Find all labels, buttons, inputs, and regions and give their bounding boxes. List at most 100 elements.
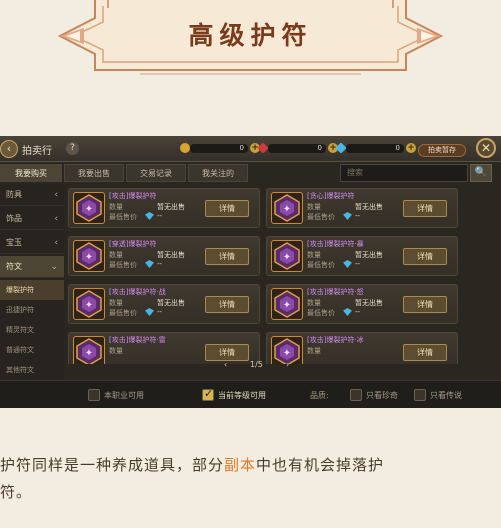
item-card[interactable]: ✦ [攻击]爆裂护符·暴 数量 暂无出售 最低售价 -- 详情 <box>266 236 458 276</box>
blue-gem-add-button[interactable]: + <box>406 143 416 153</box>
blue-gem-icon <box>145 308 154 316</box>
item-name: [攻击]爆裂护符·雷 <box>109 336 166 344</box>
rune-item-icon: ✦ <box>271 240 303 272</box>
blue-gem-icon <box>343 260 352 268</box>
sale-status: 暂无出售 <box>355 299 383 307</box>
item-name: [攻击]爆裂护符 <box>109 192 157 200</box>
tab-bar: 我要购买 我要出售 交易记录 我关注的 搜索 🔍 <box>0 164 501 184</box>
details-button[interactable]: 详情 <box>205 344 249 361</box>
quantity-label: 数量 <box>109 251 123 259</box>
lowest-price: -- <box>355 212 361 220</box>
sidebar-subitem[interactable]: 普通符文 <box>0 340 64 360</box>
quantity-label: 数量 <box>109 299 123 307</box>
tab-sell[interactable]: 我要出售 <box>64 164 124 182</box>
quantity-label: 数量 <box>307 203 321 211</box>
rune-item-icon: ✦ <box>271 288 303 320</box>
rune-item-icon: ✦ <box>271 192 303 224</box>
tab-records[interactable]: 交易记录 <box>126 164 186 182</box>
details-button[interactable]: 详情 <box>403 296 447 313</box>
title-banner: 高级护符 <box>0 0 501 90</box>
sidebar-item-label: 宝玉 <box>6 238 22 247</box>
item-card[interactable]: ✦ [攻击]爆裂护符·战 数量 暂无出售 最低售价 -- 详情 <box>68 284 260 324</box>
quantity-label: 数量 <box>307 299 321 307</box>
item-name: [穿透]爆裂护符 <box>109 240 157 248</box>
lowest-price: -- <box>355 260 361 268</box>
blue-gem-icon <box>343 308 352 316</box>
category-sidebar: 防具 ‹ 饰品 ‹ 宝玉 ‹ 符文 ⌄ 爆裂护符 迅捷护符 精灵符文 普通符文 … <box>0 184 64 380</box>
sidebar-item-rune[interactable]: 符文 ⌄ <box>0 256 64 278</box>
details-button[interactable]: 详情 <box>205 200 249 217</box>
banner-title: 高级护符 <box>188 21 313 50</box>
sidebar-subitem[interactable]: 其他符文 <box>0 360 64 380</box>
prev-page-button[interactable]: ‹ <box>224 360 227 369</box>
filter-bar: 本职业可用 当前等级可用 品质: 只看珍奇 只看传说 <box>0 380 501 408</box>
lowest-price-label: 最低售价 <box>307 309 335 317</box>
blue-gem-value: 0 <box>346 144 404 153</box>
chevron-left-icon: ‹ <box>54 214 58 224</box>
item-name: [攻击]爆裂护符·冰 <box>307 336 364 344</box>
item-card[interactable]: ✦ [穿透]爆裂护符 数量 暂无出售 最低售价 -- 详情 <box>68 236 260 276</box>
sidebar-subitem[interactable]: 爆裂护符 <box>0 280 64 300</box>
details-button[interactable]: 详情 <box>205 248 249 265</box>
rune-item-icon: ✦ <box>73 336 105 364</box>
details-button[interactable]: 详情 <box>403 200 447 217</box>
item-grid: ✦ [攻击]爆裂护符 数量 暂无出售 最低售价 -- 详情 ✦ [贪心]爆裂护符 数量 暂无出售 最低… <box>68 188 462 364</box>
details-button[interactable]: 详情 <box>205 296 249 313</box>
lowest-price: -- <box>157 308 163 316</box>
tab-followed[interactable]: 我关注的 <box>188 164 248 182</box>
sidebar-subitem[interactable]: 精灵符文 <box>0 320 64 340</box>
tab-buy[interactable]: 我要购买 <box>0 164 62 182</box>
details-button[interactable]: 详情 <box>403 344 447 361</box>
lowest-price: -- <box>355 308 361 316</box>
search-input[interactable]: 搜索 <box>340 164 468 182</box>
blue-gem-icon <box>335 142 347 154</box>
red-gem-value: 0 <box>268 144 326 153</box>
svg-text:✦: ✦ <box>85 252 93 263</box>
rare-only-checkbox[interactable] <box>350 389 362 401</box>
quality-label: 品质: <box>310 391 329 400</box>
sidebar-item-label: 饰品 <box>6 214 22 223</box>
sale-status: 暂无出售 <box>157 251 185 259</box>
lowest-price-label: 最低售价 <box>109 213 137 221</box>
lowest-price: -- <box>157 212 163 220</box>
class-usable-checkbox[interactable] <box>88 389 100 401</box>
item-card[interactable]: ✦ [攻击]爆裂护符·怒 数量 暂无出售 最低售价 -- 详情 <box>266 284 458 324</box>
help-button[interactable]: ? <box>66 142 79 155</box>
lowest-price-label: 最低售价 <box>307 261 335 269</box>
blue-gem-icon <box>145 212 154 220</box>
svg-text:✦: ✦ <box>85 348 93 359</box>
sale-status: 暂无出售 <box>355 203 383 211</box>
rune-item-icon: ✦ <box>73 240 105 272</box>
level-usable-checkbox[interactable] <box>202 387 214 401</box>
item-card[interactable]: ✦ [攻击]爆裂护符 数量 暂无出售 最低售价 -- 详情 <box>68 188 260 228</box>
caption-text-b: 中也有机会掉落护 <box>256 456 385 474</box>
blue-gem-icon <box>343 212 352 220</box>
sidebar-item-accessory[interactable]: 饰品 ‹ <box>0 208 64 230</box>
legend-only-checkbox[interactable] <box>414 389 426 401</box>
close-button[interactable]: ✕ <box>476 138 496 158</box>
details-button[interactable]: 详情 <box>403 248 447 265</box>
svg-text:✦: ✦ <box>283 204 291 215</box>
item-card[interactable]: ✦ [贪心]爆裂护符 数量 暂无出售 最低售价 -- 详情 <box>266 188 458 228</box>
window-title: 拍卖行 <box>22 146 52 157</box>
sidebar-item-armor[interactable]: 防具 ‹ <box>0 184 64 206</box>
dungeon-highlight: 副本 <box>224 456 257 474</box>
svg-text:✦: ✦ <box>283 300 291 311</box>
auction-storage-button[interactable]: 拍卖暂存 <box>418 144 466 157</box>
page-indicator: 1/5 <box>250 360 263 369</box>
sidebar-item-label: 符文 <box>6 262 22 271</box>
rune-item-icon: ✦ <box>73 288 105 320</box>
gold-coin-icon <box>180 143 190 153</box>
sidebar-item-jade[interactable]: 宝玉 ‹ <box>0 232 64 254</box>
svg-text:✦: ✦ <box>283 252 291 263</box>
search-icon[interactable]: 🔍 <box>470 164 492 182</box>
chevron-down-icon: ⌄ <box>50 262 58 272</box>
back-button[interactable]: ‹ <box>0 140 18 158</box>
sale-status: 暂无出售 <box>157 299 185 307</box>
quantity-label: 数量 <box>109 347 123 355</box>
gold-value: 0 <box>190 144 248 153</box>
next-page-button[interactable]: › <box>286 360 289 369</box>
red-gem-icon <box>257 142 269 154</box>
sidebar-subitem[interactable]: 迅捷护符 <box>0 300 64 320</box>
lowest-price: -- <box>157 260 163 268</box>
